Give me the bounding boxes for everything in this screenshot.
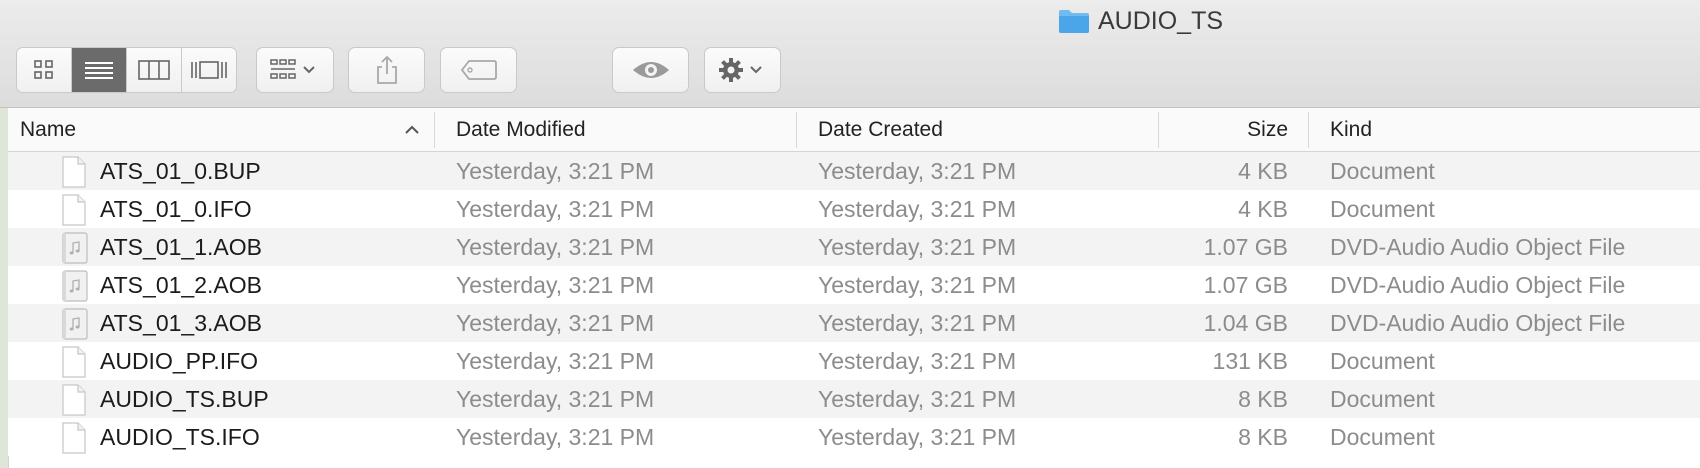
file-kind: DVD-Audio Audio Object File <box>1330 233 1626 260</box>
file-date-modified: Yesterday, 3:21 PM <box>456 233 655 260</box>
file-kind: Document <box>1330 347 1435 374</box>
file-date-created: Yesterday, 3:21 PM <box>818 309 1017 336</box>
file-kind: DVD-Audio Audio Object File <box>1330 271 1626 298</box>
file-date-created: Yesterday, 3:21 PM <box>818 347 1017 374</box>
file-date-created: Yesterday, 3:21 PM <box>818 385 1017 412</box>
group-icon <box>270 59 315 79</box>
file-size: 4 KB <box>1238 157 1288 184</box>
file-name: AUDIO_TS.IFO <box>100 423 260 450</box>
grid-icon <box>34 60 53 79</box>
name-column-header[interactable]: Name <box>20 108 434 151</box>
file-row[interactable]: ATS_01_1.AOB Yesterday, 3:21 PM Yesterday,… <box>8 228 1700 266</box>
document-icon <box>62 346 86 378</box>
tag-icon <box>460 60 497 80</box>
gallery-icon <box>191 61 227 79</box>
file-date-created: Yesterday, 3:21 PM <box>818 423 1017 450</box>
file-list: ATS_01_0.BUP Yesterday, 3:21 PM Yesterday,… <box>8 152 1700 456</box>
column-header: Name Date Modified Date Created Size Kin… <box>8 108 1700 152</box>
window-title-text: AUDIO_TS <box>1098 6 1224 35</box>
eye-icon <box>632 62 669 78</box>
file-size: 1.04 GB <box>1203 309 1288 336</box>
group-by-button[interactable] <box>256 47 334 93</box>
file-date-modified: Yesterday, 3:21 PM <box>456 271 655 298</box>
document-icon <box>62 422 86 454</box>
column-divider[interactable] <box>434 112 435 148</box>
columns-icon <box>138 60 170 80</box>
file-row[interactable]: ATS_01_0.IFO Yesterday, 3:21 PM Yesterday,… <box>8 190 1700 228</box>
file-date-modified: Yesterday, 3:21 PM <box>456 423 655 450</box>
file-kind: Document <box>1330 423 1435 450</box>
name-column-label: Name <box>20 117 77 141</box>
view-mode-control <box>16 47 237 93</box>
file-name: ATS_01_1.AOB <box>100 233 262 260</box>
file-name: ATS_01_0.IFO <box>100 195 252 222</box>
file-date-modified: Yesterday, 3:21 PM <box>456 157 655 184</box>
icon-view-button[interactable] <box>17 48 72 92</box>
share-button[interactable] <box>348 47 425 93</box>
file-name: AUDIO_PP.IFO <box>100 347 259 374</box>
file-date-modified: Yesterday, 3:21 PM <box>456 195 655 222</box>
file-size: 4 KB <box>1238 195 1288 222</box>
column-divider[interactable] <box>1308 112 1309 148</box>
kind-column-header[interactable]: Kind <box>1330 108 1690 151</box>
sort-ascending-icon <box>405 125 419 134</box>
size-column-label: Size <box>1247 117 1288 141</box>
file-date-created: Yesterday, 3:21 PM <box>818 195 1017 222</box>
column-view-button[interactable] <box>127 48 182 92</box>
date-modified-column-header[interactable]: Date Modified <box>456 108 796 151</box>
file-row[interactable]: AUDIO_PP.IFO Yesterday, 3:21 PM Yesterday,… <box>8 342 1700 380</box>
tag-button[interactable] <box>440 47 517 93</box>
file-date-created: Yesterday, 3:21 PM <box>818 233 1017 260</box>
share-icon <box>376 55 397 84</box>
file-size: 1.07 GB <box>1203 233 1288 260</box>
file-row[interactable]: ATS_01_3.AOB Yesterday, 3:21 PM Yesterday,… <box>8 304 1700 342</box>
audio-file-icon <box>62 308 88 340</box>
file-name: ATS_01_3.AOB <box>100 309 262 336</box>
file-size: 131 KB <box>1212 347 1288 374</box>
size-column-header[interactable]: Size <box>1158 108 1288 151</box>
toolbar: AUDIO_TS <box>0 0 1700 108</box>
kind-column-label: Kind <box>1330 117 1373 141</box>
file-name: AUDIO_TS.BUP <box>100 385 269 412</box>
file-row[interactable]: ATS_01_0.BUP Yesterday, 3:21 PM Yesterday,… <box>8 152 1700 190</box>
file-kind: Document <box>1330 195 1435 222</box>
file-date-created: Yesterday, 3:21 PM <box>818 271 1017 298</box>
file-size: 8 KB <box>1238 385 1288 412</box>
file-row[interactable]: AUDIO_TS.BUP Yesterday, 3:21 PM Yesterday,… <box>8 380 1700 418</box>
list-view-button[interactable] <box>72 48 127 92</box>
audio-file-icon <box>62 232 88 264</box>
column-divider[interactable] <box>796 112 797 148</box>
file-kind: Document <box>1330 385 1435 412</box>
document-icon <box>62 194 86 226</box>
file-date-modified: Yesterday, 3:21 PM <box>456 347 655 374</box>
file-row[interactable]: ATS_01_2.AOB Yesterday, 3:21 PM Yesterday,… <box>8 266 1700 304</box>
file-kind: DVD-Audio Audio Object File <box>1330 309 1626 336</box>
file-name: ATS_01_0.BUP <box>100 157 261 184</box>
file-size: 8 KB <box>1238 423 1288 450</box>
file-date-modified: Yesterday, 3:21 PM <box>456 309 655 336</box>
audio-file-icon <box>62 270 88 302</box>
folder-icon <box>1059 10 1089 33</box>
date-modified-column-label: Date Modified <box>456 117 586 141</box>
date-created-column-header[interactable]: Date Created <box>818 108 1158 151</box>
file-date-modified: Yesterday, 3:21 PM <box>456 385 655 412</box>
file-row[interactable]: AUDIO_TS.IFO Yesterday, 3:21 PM Yesterday,… <box>8 418 1700 456</box>
list-icon <box>85 62 113 79</box>
gallery-view-button[interactable] <box>182 48 236 92</box>
quick-look-button[interactable] <box>612 47 689 93</box>
file-kind: Document <box>1330 157 1435 184</box>
file-size: 1.07 GB <box>1203 271 1288 298</box>
file-name: ATS_01_2.AOB <box>100 271 262 298</box>
document-icon <box>62 156 86 188</box>
gear-icon <box>718 58 762 82</box>
document-icon <box>62 384 86 416</box>
action-menu-button[interactable] <box>704 47 781 93</box>
date-created-column-label: Date Created <box>818 117 943 141</box>
file-date-created: Yesterday, 3:21 PM <box>818 157 1017 184</box>
window-title: AUDIO_TS <box>1058 6 1223 36</box>
